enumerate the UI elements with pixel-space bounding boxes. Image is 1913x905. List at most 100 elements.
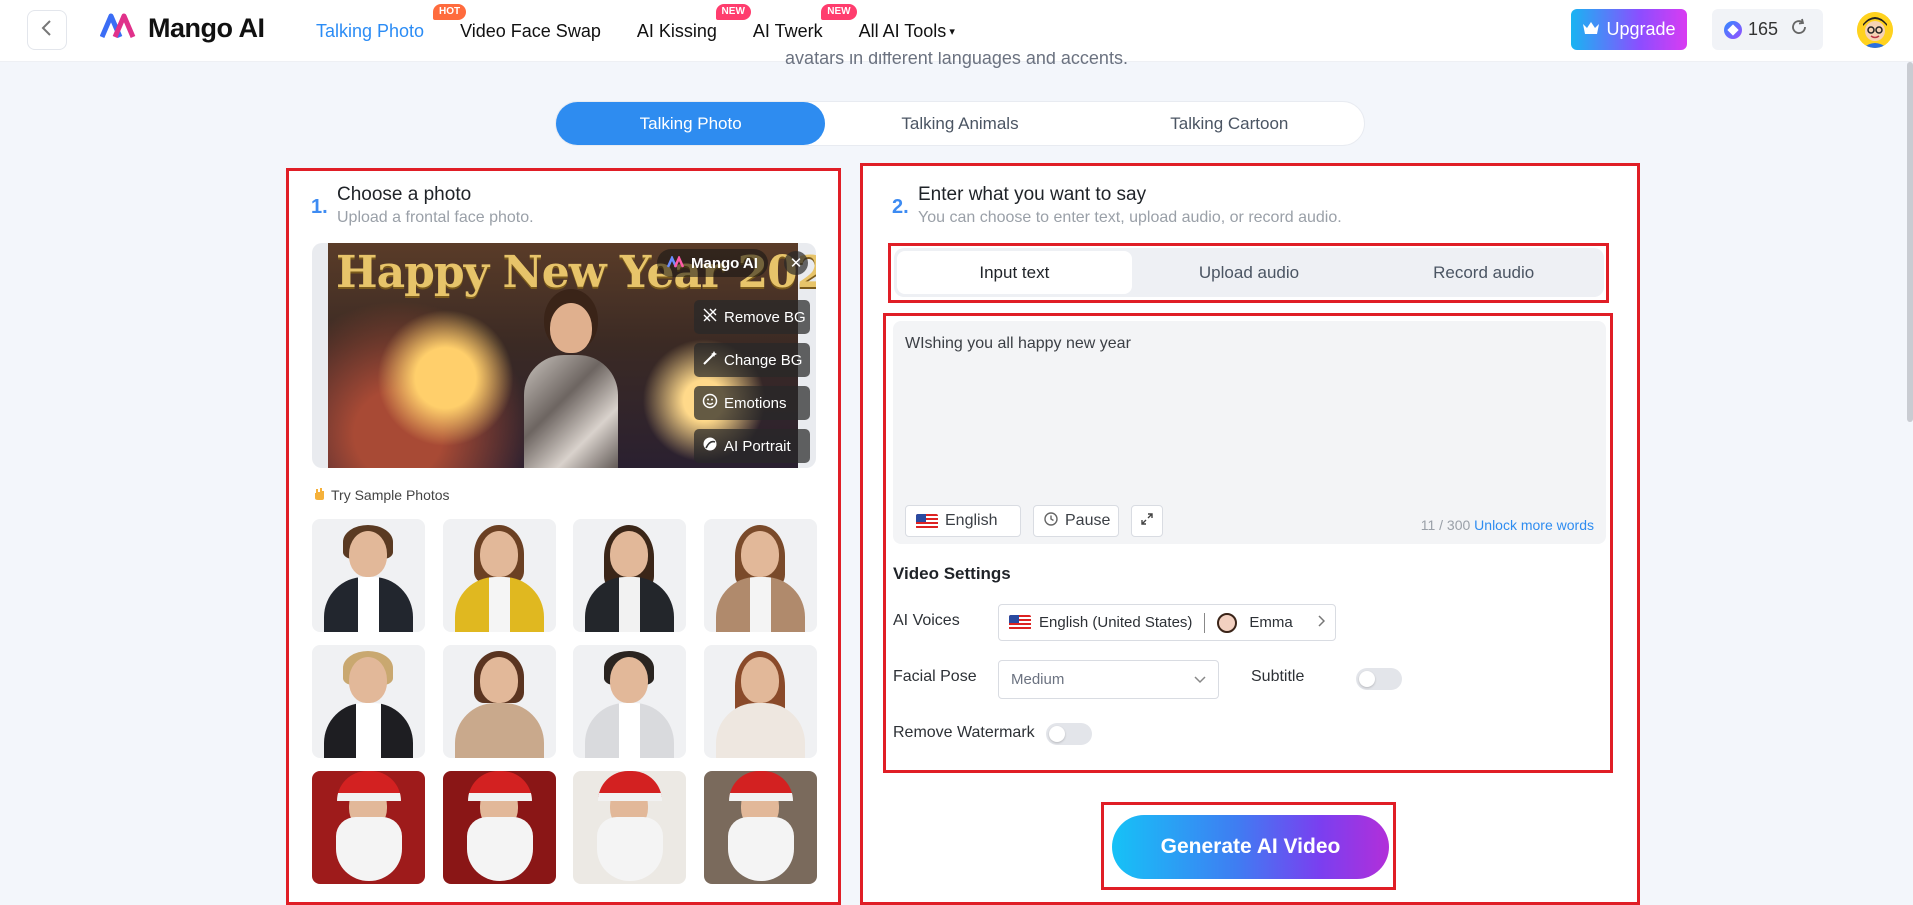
person-figure (516, 293, 626, 468)
sample-photo-5[interactable] (312, 645, 425, 758)
nav-ai-kissing[interactable]: AI Kissing NEW (636, 3, 751, 42)
nav-label: Talking Photo (316, 20, 425, 41)
expand-button[interactable] (1131, 505, 1163, 537)
tab-talking-photo[interactable]: Talking Photo (556, 102, 826, 145)
tool-label: AI Portrait (724, 437, 791, 455)
tab-upload-audio[interactable]: Upload audio (1132, 251, 1367, 294)
sample-photo-1[interactable] (312, 519, 425, 632)
head (741, 657, 779, 703)
torso (324, 577, 413, 632)
nav-label: AI Kissing (636, 20, 717, 41)
video-settings-title: Video Settings (893, 564, 1011, 583)
person-body (524, 355, 618, 468)
beard (467, 817, 533, 881)
change-bg-button[interactable]: Change BG (694, 343, 810, 377)
logo-text: Mango AI (148, 13, 265, 43)
nav-ai-twerk[interactable]: AI Twerk NEW (752, 3, 857, 42)
nav-talking-photo[interactable]: Talking Photo HOT (316, 3, 467, 42)
page-subheading: avatars in different languages and accen… (0, 52, 1913, 74)
tab-record-audio[interactable]: Record audio (1366, 251, 1601, 294)
step-title: Choose a photo (337, 184, 472, 205)
facial-pose-select[interactable]: Medium (998, 660, 1219, 699)
hat (598, 771, 662, 801)
sample-photo-7[interactable] (573, 645, 686, 758)
watermark-text: Mango AI (691, 254, 758, 272)
beard (597, 817, 663, 881)
pause-chip[interactable]: Pause (1033, 505, 1119, 537)
sample-photo-3[interactable] (573, 519, 686, 632)
head (610, 531, 648, 577)
credit-gem-icon (1724, 20, 1742, 39)
mode-tabs: Talking Photo Talking Animals Talking Ca… (555, 101, 1365, 146)
sample-photo-8[interactable] (704, 645, 817, 758)
try-label-text: Try Sample Photos (331, 486, 450, 503)
ai-portrait-button[interactable]: AI Portrait (694, 429, 810, 463)
step-number: 2. (892, 196, 909, 218)
voice-language: English (United States) (1039, 614, 1193, 631)
tab-input-text[interactable]: Input text (897, 251, 1132, 294)
script-text-area[interactable]: WIshing you all happy new year English P… (893, 321, 1606, 544)
remove-watermark-label: Remove Watermark (893, 724, 1035, 741)
refresh-icon[interactable] (1790, 18, 1808, 41)
subtitle-toggle[interactable] (1356, 668, 1402, 690)
step-number: 1. (311, 196, 328, 218)
tab-talking-animals[interactable]: Talking Animals (825, 102, 1094, 145)
torso (716, 703, 805, 758)
facial-pose-label: Facial Pose (893, 668, 977, 685)
back-button[interactable] (27, 10, 67, 50)
upgrade-button[interactable]: Upgrade (1571, 9, 1687, 50)
divider (1204, 612, 1206, 633)
new-badge: NEW (715, 3, 751, 20)
us-flag-icon (1009, 615, 1031, 630)
sample-photo-6[interactable] (443, 645, 556, 758)
mango-logo-icon (99, 13, 140, 44)
word-counter: 11 / 300 Unlock more words (1421, 517, 1594, 533)
tool-label: Change BG (724, 351, 803, 369)
sample-photo-santa-3[interactable] (573, 771, 686, 884)
tab-talking-cartoon[interactable]: Talking Cartoon (1095, 102, 1364, 145)
nav-all-ai-tools[interactable]: All AI Tools ▾ (859, 21, 955, 42)
remove-bg-button[interactable]: Remove BG (694, 300, 810, 334)
subtitle-label: Subtitle (1251, 668, 1305, 685)
tool-label: Emotions (724, 394, 787, 412)
chevron-right-icon (1317, 614, 1326, 631)
emotions-button[interactable]: Emotions (694, 386, 810, 420)
beard (336, 817, 402, 881)
user-avatar[interactable] (1857, 12, 1893, 48)
head (480, 531, 518, 577)
torso (455, 703, 544, 758)
nav-label: All AI Tools (858, 20, 947, 41)
selected-photo-preview[interactable]: Happy New Year 2026 Mango AI ✕ Remove BG… (312, 243, 816, 468)
sample-photo-santa-1[interactable] (312, 771, 425, 884)
try-sample-label: Try Sample Photos (313, 486, 450, 503)
pause-chip-label: Pause (1065, 512, 1111, 529)
unlock-more-words-link[interactable]: Unlock more words (1474, 517, 1594, 533)
sample-photo-4[interactable] (704, 519, 817, 632)
sample-photo-santa-2[interactable] (443, 771, 556, 884)
generate-ai-video-button[interactable]: Generate AI Video (1112, 815, 1389, 879)
torso (716, 577, 805, 632)
hat (337, 771, 401, 801)
head (480, 657, 518, 703)
credits-display[interactable]: 165 (1712, 9, 1823, 50)
tool-label: Remove BG (724, 308, 806, 326)
remove-watermark-toggle[interactable] (1046, 723, 1092, 745)
head (349, 531, 387, 577)
sample-photo-2[interactable] (443, 519, 556, 632)
sample-photo-santa-4[interactable] (704, 771, 817, 884)
step-subtitle: Upload a frontal face photo. (337, 209, 534, 226)
step-title: Enter what you want to say (918, 184, 1147, 205)
page-scrollbar[interactable] (1907, 62, 1913, 422)
facial-pose-value: Medium (1011, 671, 1065, 688)
nav-label: AI Twerk (752, 20, 823, 41)
beard (728, 817, 794, 881)
subheading-text: avatars in different languages and accen… (785, 52, 1128, 68)
remove-photo-button[interactable]: ✕ (784, 251, 808, 275)
logo[interactable]: Mango AI (99, 13, 265, 44)
close-icon: ✕ (789, 255, 803, 272)
expand-icon (1140, 512, 1154, 531)
nav-video-face-swap[interactable]: Video Face Swap (460, 21, 601, 42)
language-chip[interactable]: English (905, 505, 1021, 537)
remove-bg-icon (702, 307, 718, 327)
ai-voice-select[interactable]: English (United States) Emma (998, 604, 1336, 641)
